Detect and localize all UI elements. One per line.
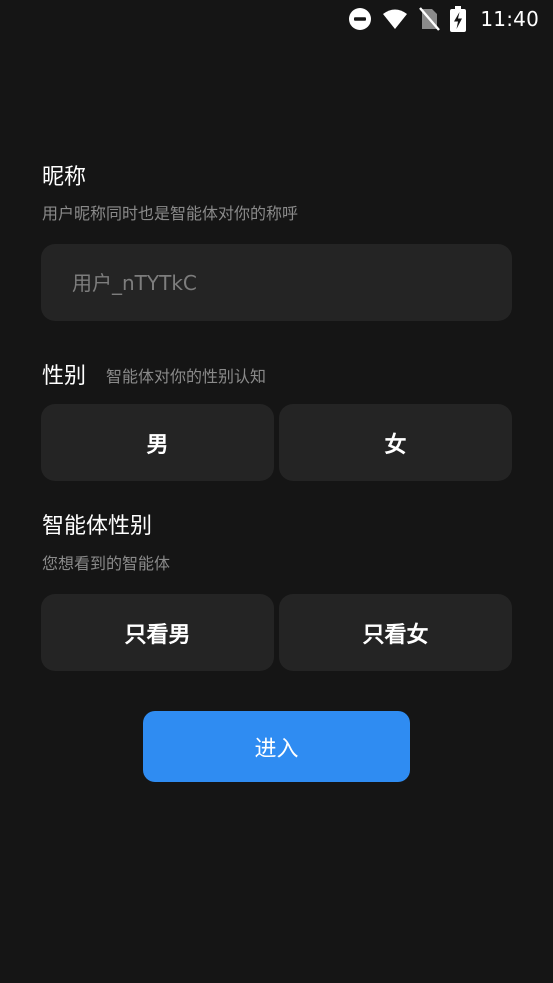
agent-male-only-button[interactable]: 只看男 — [41, 594, 274, 671]
no-sim-icon — [418, 7, 441, 31]
gender-female-button[interactable]: 女 — [279, 404, 512, 481]
agent-gender-options: 只看男 只看女 — [41, 594, 512, 671]
nickname-subtitle: 用户昵称同时也是智能体对你的称呼 — [42, 204, 299, 223]
status-icons: 11:40 — [348, 6, 539, 32]
wifi-icon — [382, 8, 408, 30]
status-time: 11:40 — [480, 7, 539, 31]
nickname-title: 昵称 — [42, 165, 87, 190]
gender-options: 男 女 — [41, 404, 512, 481]
gender-subtitle: 智能体对你的性别认知 — [106, 367, 267, 386]
agent-gender-title: 智能体性别 — [42, 514, 153, 539]
status-bar: 11:40 — [0, 0, 553, 38]
gender-male-button[interactable]: 男 — [41, 404, 274, 481]
do-not-disturb-icon — [348, 7, 372, 31]
nickname-field[interactable] — [41, 244, 512, 321]
gender-title: 性别 — [42, 364, 87, 389]
nickname-input[interactable] — [72, 270, 481, 295]
agent-gender-subtitle: 您想看到的智能体 — [42, 554, 171, 573]
enter-button[interactable]: 进入 — [143, 711, 410, 782]
agent-female-only-button[interactable]: 只看女 — [279, 594, 512, 671]
battery-charging-icon — [450, 6, 467, 32]
